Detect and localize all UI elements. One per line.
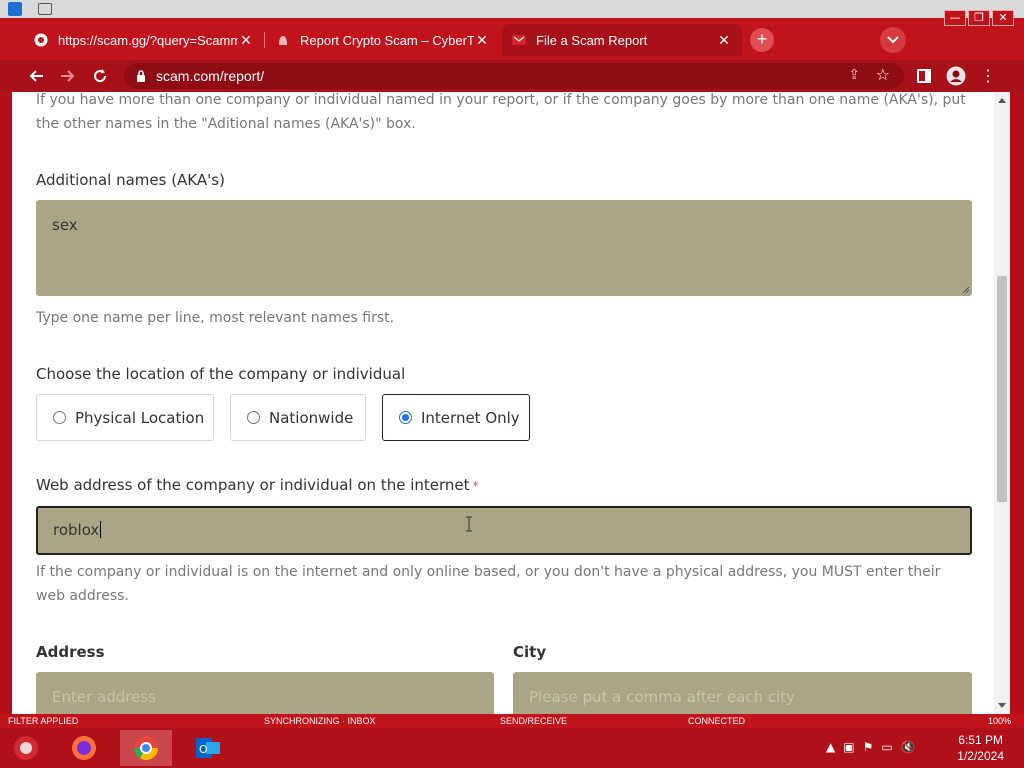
radio-unchecked-icon (247, 411, 260, 424)
required-asterisk: * (472, 479, 479, 493)
chrome-icon[interactable] (120, 730, 172, 766)
radio-label: Internet Only (421, 408, 520, 427)
browser-toolbar: scam.com/report/ ⇪ ☆ ⋮ (0, 60, 1024, 92)
city-input[interactable]: Please put a comma after each city (513, 672, 972, 714)
text-caret (100, 521, 102, 538)
radio-physical-location[interactable]: Physical Location (36, 394, 214, 441)
app-icon (8, 2, 22, 16)
radio-checked-icon (399, 411, 412, 424)
window-icon (38, 3, 52, 15)
window-controls: — ❐ ✕ (944, 10, 1014, 26)
page-viewport: If you have more than one company or ind… (12, 92, 994, 714)
radio-label: Nationwide (269, 408, 354, 427)
scrollbar-thumb[interactable] (997, 276, 1007, 502)
tab-divider (264, 32, 265, 48)
system-tray: ▲ ▣ ⚑ ▭ 🔇 (826, 740, 916, 754)
page-scrollbar[interactable] (994, 92, 1010, 714)
windows-taskbar: O ▲ ▣ ⚑ ▭ 🔇 6:51 PM 1/2/2024 (0, 728, 1024, 768)
radio-internet-only[interactable]: Internet Only (382, 394, 530, 441)
tab-file-a-scam-report[interactable]: File a Scam Report ✕ (502, 24, 742, 56)
city-placeholder: Please put a comma after each city (529, 688, 796, 706)
status-sync: SYNCHRONIZING · INBOX (264, 716, 376, 726)
maximize-icon[interactable]: ❐ (968, 10, 990, 26)
tab-cybertrail[interactable]: Report Crypto Scam – CyberTrail ✕ (266, 24, 500, 56)
firefox-icon[interactable] (58, 730, 110, 766)
clock-date: 1/2/2024 (957, 749, 1004, 763)
tab-title: Report Crypto Scam – CyberTrail (300, 32, 474, 48)
minimize-icon[interactable]: — (944, 10, 966, 26)
tab-search-chevron-icon[interactable] (880, 27, 906, 53)
clock-time: 6:51 PM (958, 733, 1003, 747)
location-label: Choose the location of the company or in… (36, 365, 406, 383)
close-window-icon[interactable]: ✕ (992, 10, 1014, 26)
network-icon[interactable]: ▭ (881, 740, 892, 754)
web-address-value: roblox (53, 521, 100, 539)
taskbar-clock[interactable]: 6:51 PM 1/2/2024 (957, 732, 1004, 764)
outlook-status-bar: FILTER APPLIED SYNCHRONIZING · INBOX SEN… (0, 714, 1024, 728)
status-connected: CONNECTED (688, 716, 746, 726)
background-window-strip (0, 0, 1024, 18)
cybertrail-favicon-icon (276, 33, 290, 47)
browser-menu-icon[interactable]: ⋮ (976, 64, 1000, 88)
status-filter: FILTER APPLIED (8, 716, 79, 726)
outlook-icon[interactable]: O (182, 730, 234, 766)
tray-overflow-icon[interactable]: ▲ (826, 740, 835, 754)
svg-text:O: O (199, 743, 208, 756)
tray-app-icon[interactable]: ▣ (843, 740, 854, 754)
web-address-label-text: Web address of the company or individual… (36, 476, 470, 494)
radio-label: Physical Location (75, 408, 205, 427)
reload-icon[interactable] (88, 64, 112, 88)
tab-title: https://scam.gg/?query=Scamm (58, 32, 238, 48)
address-placeholder: Enter address (52, 688, 156, 706)
aka-label: Additional names (AKA's) (36, 171, 225, 189)
city-label: City (513, 643, 547, 661)
aka-intro-text: If you have more than one company or ind… (36, 92, 966, 132)
web-address-label: Web address of the company or individual… (36, 476, 479, 494)
side-panel-icon[interactable] (912, 64, 936, 88)
share-icon[interactable]: ⇪ (848, 67, 860, 83)
forward-arrow-icon[interactable] (56, 64, 80, 88)
scroll-up-arrow-icon[interactable] (998, 98, 1006, 103)
status-send-receive: SEND/RECEIVE (500, 716, 568, 726)
flag-icon[interactable]: ⚑ (863, 740, 874, 754)
scroll-down-arrow-icon[interactable] (998, 703, 1006, 708)
tab-close-icon[interactable]: ✕ (716, 32, 732, 49)
lock-icon (137, 70, 145, 82)
bookmark-star-icon[interactable]: ☆ (876, 65, 890, 84)
radio-unchecked-icon (53, 411, 66, 424)
tab-strip: https://scam.gg/?query=Scamm ✕ Report Cr… (0, 0, 1024, 60)
resize-handle-icon[interactable] (962, 286, 970, 294)
start-button-icon[interactable] (0, 730, 52, 766)
address-input[interactable]: Enter address (36, 672, 494, 714)
aka-textarea[interactable]: sex (36, 200, 972, 296)
window-border (1010, 92, 1024, 714)
tab-close-icon[interactable]: ✕ (238, 32, 254, 49)
url-text: scam.com/report/ (156, 68, 265, 84)
profile-avatar-icon[interactable] (944, 64, 968, 88)
scam-favicon-icon (512, 33, 526, 47)
aka-value: sex (52, 216, 78, 234)
status-zoom: 100% (988, 716, 1012, 726)
tab-close-icon[interactable]: ✕ (474, 32, 490, 49)
text-cursor-ibeam-icon (466, 516, 472, 532)
back-arrow-icon[interactable] (24, 64, 48, 88)
new-tab-plus-icon[interactable]: + (750, 28, 774, 52)
web-address-help-text: If the company or individual is on the i… (36, 564, 941, 604)
radio-nationwide[interactable]: Nationwide (230, 394, 366, 441)
volume-muted-icon[interactable]: 🔇 (901, 740, 916, 754)
web-address-input[interactable]: roblox (36, 506, 972, 555)
tab-title: File a Scam Report (536, 32, 648, 48)
address-bar[interactable]: scam.com/report/ ⇪ ☆ (124, 63, 904, 89)
tab-scam-gg[interactable]: https://scam.gg/?query=Scamm ✕ (24, 24, 264, 56)
search-favicon-icon (34, 33, 48, 47)
aka-help-text: Type one name per line, most relevant na… (36, 310, 395, 326)
address-label: Address (36, 643, 105, 661)
